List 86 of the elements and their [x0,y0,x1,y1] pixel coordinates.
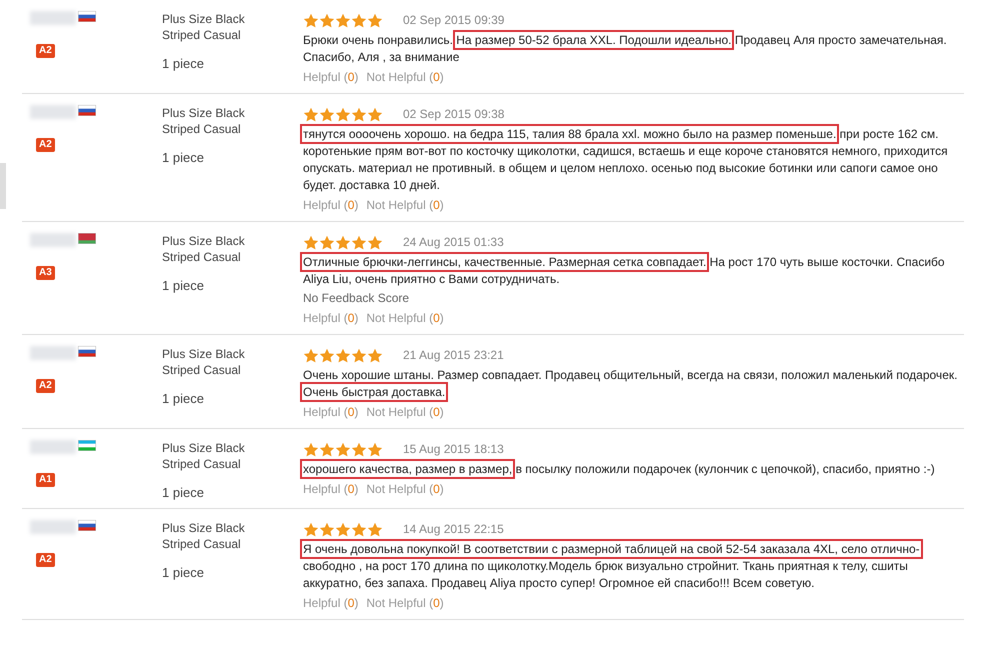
star-icon [303,442,319,456]
quantity-text: 1 piece [162,565,205,581]
blurred-username [30,233,76,247]
star-icon [335,442,351,456]
level-badge: A2 [36,379,55,393]
not-helpful-link[interactable]: Not Helpful (0) [366,482,444,496]
not-helpful-link[interactable]: Not Helpful (0) [366,405,444,419]
level-badge: A3 [36,266,55,280]
star-icon [303,106,319,122]
star-icon [367,522,383,536]
flag-icon [78,520,96,531]
quantity-text: 1 piece [162,56,205,72]
star-icon [351,522,367,536]
flag-icon [78,440,96,451]
star-icon [335,522,351,536]
star-icon [367,234,383,250]
flag-icon [78,105,96,116]
review-date: 21 Aug 2015 23:21 [403,347,504,364]
helpful-link[interactable]: Helpful (0) [303,482,358,496]
helpful-link[interactable]: Helpful (0) [303,70,358,84]
star-icon [335,12,351,28]
product-name[interactable]: Plus Size Black Striped Casual [162,440,279,472]
star-icon [351,106,367,122]
not-helpful-link[interactable]: Not Helpful (0) [366,596,444,610]
star-icon [367,106,383,122]
product-name[interactable]: Plus Size Black Striped Casual [162,11,279,43]
star-icon [335,348,351,362]
star-icon [319,442,335,456]
star-icon [319,348,335,362]
blurred-username [30,11,76,25]
review-text: Отличные брючки-леггинсы, качественные. Размерная сетка совпадает. На рост 170 чуть выше косточки. Спасибо Aliya Liu, очень приятно с Вами сотрудничать. [303,254,958,288]
flag-icon [78,11,96,22]
helpful-link[interactable]: Helpful (0) [303,596,358,610]
star-icon [303,348,319,362]
star-icon [367,442,383,456]
review-text: тянутся оооочень хорошо. на бедра 115, талия 88 брала xxl. можно было на размер поменьше. при росте 162 см. коротенькие прям вот-вот по косточку щиколотки, садишся, встаешь и еще короче становятся немного, приходится опускать. материал не противный. в общем и целом неплохо. осенью под высокие ботинки или сапоги самое оно будет. доставка 10 дней. [303,126,958,194]
scroll-edge [0,163,6,209]
product-name[interactable]: Plus Size Black Striped Casual [162,520,279,552]
quantity-text: 1 piece [162,485,205,501]
star-icon [351,348,367,362]
helpful-link[interactable]: Helpful (0) [303,311,358,325]
star-icon [351,234,367,250]
star-icon [351,442,367,456]
review-date: 15 Aug 2015 18:13 [403,441,504,458]
level-badge: A2 [36,138,55,152]
not-helpful-link[interactable]: Not Helpful (0) [366,70,444,84]
flag-icon [78,346,96,357]
star-icon [303,12,319,28]
level-badge: A2 [36,553,55,567]
star-icon [319,12,335,28]
quantity-text: 1 piece [162,150,205,166]
helpful-link[interactable]: Helpful (0) [303,198,358,212]
level-badge: A2 [36,44,55,58]
star-icon [319,234,335,250]
review-text: Очень хорошие штаны. Размер совпадает. Продавец общительный, всегда на связи, положил маленький подарочек. Очень быстрая доставка. [303,367,958,401]
star-icon [303,522,319,536]
review-date: 02 Sep 2015 09:38 [403,106,504,123]
star-icon [367,348,383,362]
flag-icon [78,233,96,244]
level-badge: A1 [36,473,55,487]
star-icon [351,12,367,28]
product-name[interactable]: Plus Size Black Striped Casual [162,346,279,378]
blurred-username [30,346,76,360]
star-icon [335,106,351,122]
feedback-score: No Feedback Score [303,290,410,307]
not-helpful-link[interactable]: Not Helpful (0) [366,198,444,212]
star-icon [367,12,383,28]
product-name[interactable]: Plus Size Black Striped Casual [162,105,279,137]
not-helpful-link[interactable]: Not Helpful (0) [366,311,444,325]
blurred-username [30,520,76,534]
star-icon [303,234,319,250]
quantity-text: 1 piece [162,391,205,407]
quantity-text: 1 piece [162,278,205,294]
product-name[interactable]: Plus Size Black Striped Casual [162,233,279,265]
star-icon [335,234,351,250]
review-text: хорошего качества, размер в размер, в посылку положили подарочек (кулончик с цепочкой), спасибо, приятно :-) [303,461,958,478]
review-text: Я очень довольна покупкой! В соответствии с размерной таблицей на свой 52-54 заказала 4XL, село отлично- свободно , на рост 170 длина по щиколотку.Модель брюк визуально стройнит. Ткань приятная к телу, сшиты аккуратно, без запаха. Продавец Aliya просто супер! Огромное ей спасибо!!! Всем советую. [303,541,958,592]
review-date: 02 Sep 2015 09:39 [403,12,504,29]
review-date: 14 Aug 2015 22:15 [403,521,504,538]
blurred-username [30,105,76,119]
review-date: 24 Aug 2015 01:33 [403,234,504,251]
blurred-username [30,440,76,454]
star-icon [319,106,335,122]
review-text: Брюки очень понравились. На размер 50-52 брала XXL. Подошли идеально. Продавец Аля просто замечательная. Спасибо, Аля , за внимание [303,32,958,66]
star-icon [319,522,335,536]
helpful-link[interactable]: Helpful (0) [303,405,358,419]
